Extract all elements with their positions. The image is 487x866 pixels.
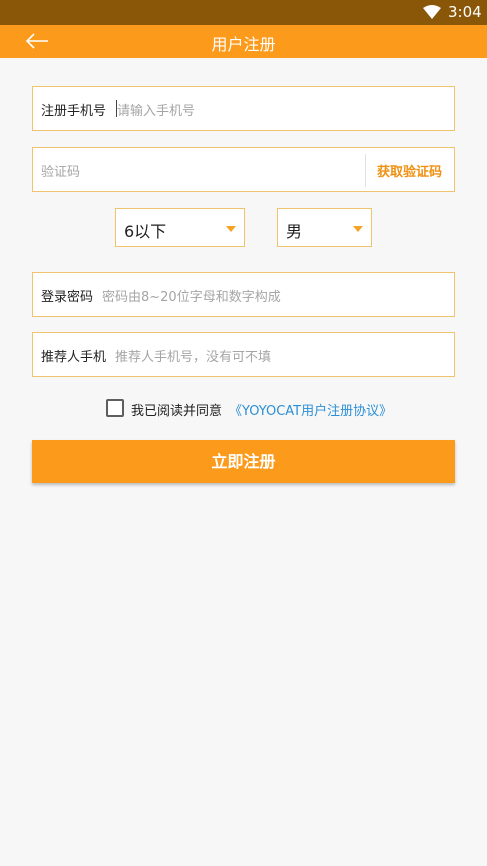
- phone-label: 注册手机号: [41, 104, 107, 119]
- app-bar: 用户注册: [0, 25, 487, 58]
- agreement-link[interactable]: 《YOYOCAT用户注册协议》: [229, 400, 392, 419]
- gender-select-value: 男: [286, 222, 303, 241]
- dropdown-arrow-icon: [353, 226, 363, 232]
- agreement-text: 我已阅读并同意: [131, 404, 223, 419]
- get-code-button[interactable]: 获取验证码: [377, 161, 442, 180]
- password-label: 登录密码: [41, 290, 94, 305]
- age-select-value: 6以下: [124, 222, 167, 241]
- gender-select[interactable]: 男: [277, 208, 372, 247]
- password-placeholder[interactable]: 密码由8~20位字母和数字构成: [102, 286, 281, 305]
- status-time: 3:04: [448, 3, 482, 21]
- register-button[interactable]: 立即注册: [32, 440, 455, 483]
- password-field[interactable]: 登录密码 密码由8~20位字母和数字构成: [32, 272, 455, 317]
- referrer-phone-field[interactable]: 推荐人手机 推荐人手机号，没有可不填: [32, 332, 455, 377]
- verification-code-field[interactable]: 验证码 获取验证码: [32, 147, 455, 192]
- divider: [365, 154, 366, 187]
- phone-field[interactable]: 注册手机号 请输入手机号: [32, 86, 455, 131]
- dropdown-arrow-icon: [226, 226, 236, 232]
- page-title: 用户注册: [211, 35, 276, 54]
- referrer-label: 推荐人手机: [41, 350, 107, 365]
- referrer-placeholder[interactable]: 推荐人手机号，没有可不填: [115, 346, 271, 365]
- age-select[interactable]: 6以下: [115, 208, 245, 247]
- status-bar: 3:04: [0, 0, 487, 25]
- agreement-checkbox[interactable]: [106, 399, 124, 417]
- code-placeholder[interactable]: 验证码: [41, 161, 80, 180]
- wifi-icon: [423, 5, 441, 19]
- phone-placeholder[interactable]: 请输入手机号: [117, 100, 195, 119]
